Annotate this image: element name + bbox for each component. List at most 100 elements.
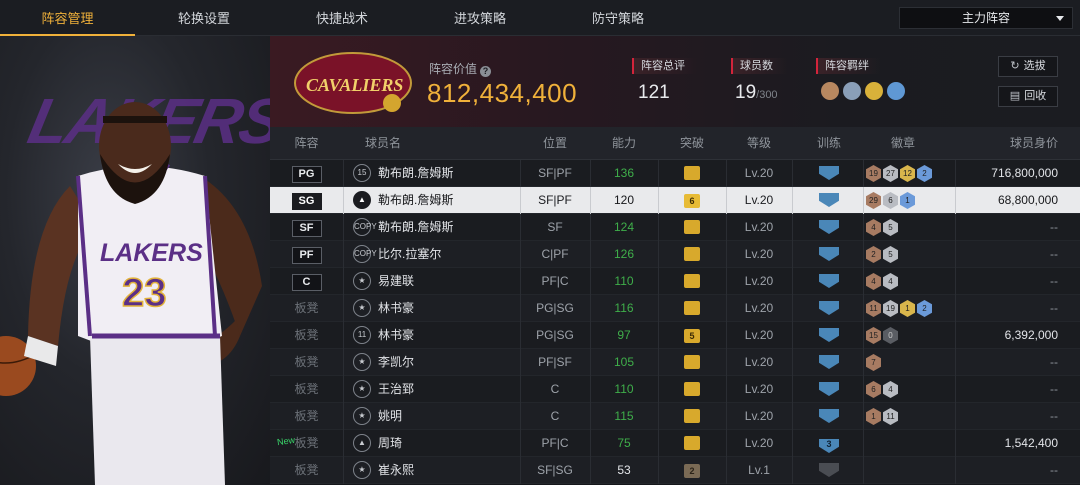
table-header: 阵容 球员名 位置 能力 突破 等级 训练 徽章 球员身价 xyxy=(270,127,1080,160)
table-row[interactable]: New 板凳 ▲ 周琦 PF|C 75 Lv.20 3 1,542,400 xyxy=(270,430,1080,457)
table-row[interactable]: PF COPY 比尔.拉塞尔 C|PF 126 Lv.20 2 5 -- xyxy=(270,241,1080,268)
player-count-label: 球员数 xyxy=(731,58,787,74)
player-position: PF|C xyxy=(541,436,569,450)
training-icon[interactable] xyxy=(819,409,839,423)
chevron-down-icon xyxy=(1056,16,1064,21)
player-value: -- xyxy=(1050,247,1058,261)
table-row[interactable]: 板凳 ★ 李凯尔 PF|SF 105 Lv.20 7 -- xyxy=(270,349,1080,376)
player-name[interactable]: 崔永熙 xyxy=(378,457,414,484)
team-logo: CAVALIERS xyxy=(294,52,412,114)
table-row[interactable]: 板凳 ★ 王治郅 C 110 Lv.20 6 4 -- xyxy=(270,376,1080,403)
breakthrough-cell xyxy=(658,241,726,268)
svg-text:23: 23 xyxy=(122,271,167,315)
crown-icon[interactable] xyxy=(684,166,700,180)
crown-icon[interactable]: 6 xyxy=(684,194,700,208)
crown-icon[interactable] xyxy=(684,247,700,261)
table-row[interactable]: 板凳 ★ 姚明 C 115 Lv.20 1 11 -- xyxy=(270,403,1080,430)
training-icon[interactable] xyxy=(819,220,839,234)
badge-hex-icon: 1 xyxy=(900,300,915,317)
player-tier-icon: ★ xyxy=(353,299,371,317)
training-icon[interactable] xyxy=(819,247,839,261)
player-level: Lv.20 xyxy=(744,220,774,234)
player-level: Lv.20 xyxy=(744,274,774,288)
table-row[interactable]: 板凳 11 林书豪 PG|SG 97 5 Lv.20 15 0 6,392,000 xyxy=(270,322,1080,349)
badge-hex-icon: 4 xyxy=(866,219,881,236)
player-tier-icon: COPY xyxy=(353,218,377,236)
divider xyxy=(792,322,793,349)
top-nav: 阵容管理 轮换设置 快捷战术 进攻策略 防守策略 主力阵容 xyxy=(0,0,1080,36)
badge-hex-icon: 4 xyxy=(883,273,898,290)
crown-icon[interactable] xyxy=(684,382,700,396)
player-tier-icon: 15 xyxy=(353,164,371,182)
crown-icon[interactable] xyxy=(684,355,700,369)
position-badge: PF xyxy=(291,247,322,264)
synergy-icon-3[interactable] xyxy=(865,82,883,100)
table-body: PG 15 勒布朗.詹姆斯 SF|PF 136 Lv.20 19 27 12 2 716,800,0… xyxy=(270,160,1080,484)
player-name[interactable]: 林书豪 xyxy=(378,322,414,349)
training-icon[interactable] xyxy=(819,328,839,342)
player-name[interactable]: 勒布朗.詹姆斯 xyxy=(378,187,453,214)
crown-icon[interactable] xyxy=(684,436,700,450)
badge-hex-icon: 2 xyxy=(917,300,932,317)
player-value: -- xyxy=(1050,409,1058,423)
training-icon[interactable] xyxy=(819,355,839,369)
table-row[interactable]: 板凳 ★ 崔永熙 SF|SG 53 2 Lv.1 -- xyxy=(270,457,1080,484)
player-name[interactable]: 勒布朗.詹姆斯 xyxy=(378,214,453,241)
synergy-icon-2[interactable] xyxy=(843,82,861,100)
crown-icon[interactable]: 2 xyxy=(684,464,700,478)
player-ability: 136 xyxy=(613,166,635,180)
player-name[interactable]: 王治郅 xyxy=(378,376,414,403)
training-icon[interactable] xyxy=(819,463,839,477)
badge-hex-icon: 4 xyxy=(883,381,898,398)
divider xyxy=(792,241,793,268)
tab-offense-strategy[interactable]: 进攻策略 xyxy=(411,0,549,36)
lineup-rating: 121 xyxy=(638,82,670,103)
player-name[interactable]: 林书豪 xyxy=(378,295,414,322)
select-button[interactable]: ↻ 选拔 xyxy=(998,56,1058,77)
crown-icon[interactable] xyxy=(684,301,700,315)
player-position: SF|SG xyxy=(537,463,573,477)
crown-icon[interactable] xyxy=(684,409,700,423)
tab-quick-tactics[interactable]: 快捷战术 xyxy=(273,0,411,36)
table-row[interactable]: PG 15 勒布朗.詹姆斯 SF|PF 136 Lv.20 19 27 12 2 716,800,0… xyxy=(270,160,1080,187)
player-value: -- xyxy=(1050,220,1058,234)
lineup-select[interactable]: 主力阵容 xyxy=(899,7,1073,29)
training-icon[interactable] xyxy=(819,274,839,288)
tab-defense-strategy[interactable]: 防守策略 xyxy=(549,0,687,36)
divider xyxy=(792,214,793,241)
synergy-icon-1[interactable] xyxy=(821,82,839,100)
divider xyxy=(863,214,864,241)
help-icon[interactable]: ? xyxy=(480,66,492,77)
crown-icon[interactable]: 5 xyxy=(684,329,700,343)
divider xyxy=(792,457,793,484)
lineup-rating-label: 阵容总评 xyxy=(632,58,697,74)
crown-icon[interactable] xyxy=(684,220,700,234)
badge-hex-icon: 11 xyxy=(883,408,898,425)
player-position: C xyxy=(550,382,560,396)
player-value: -- xyxy=(1050,355,1058,369)
player-tier-icon: 11 xyxy=(353,326,371,344)
player-name[interactable]: 比尔.拉塞尔 xyxy=(378,241,441,268)
player-name[interactable]: 勒布朗.詹姆斯 xyxy=(378,160,453,187)
tab-lineup-management[interactable]: 阵容管理 xyxy=(0,0,135,36)
training-icon[interactable]: 3 xyxy=(819,439,839,453)
crown-icon[interactable] xyxy=(684,274,700,288)
table-row[interactable]: C ★ 易建联 PF|C 110 Lv.20 4 4 -- xyxy=(270,268,1080,295)
training-icon[interactable] xyxy=(819,382,839,396)
player-name[interactable]: 周琦 xyxy=(378,430,402,457)
synergy-icon-4[interactable] xyxy=(887,82,905,100)
table-row[interactable]: 板凳 ★ 林书豪 PG|SG 116 Lv.20 11 19 1 2 -- xyxy=(270,295,1080,322)
player-name[interactable]: 李凯尔 xyxy=(378,349,414,376)
recycle-button[interactable]: ▤ 回收 xyxy=(998,86,1058,107)
lineup-summary: CAVALIERS 阵容价值? 812,434,400 阵容总评 121 球员数… xyxy=(270,36,1080,127)
training-icon[interactable] xyxy=(819,166,839,180)
training-icon[interactable] xyxy=(819,193,839,207)
player-name[interactable]: 易建联 xyxy=(378,268,414,295)
table-row[interactable]: SF COPY 勒布朗.詹姆斯 SF 124 Lv.20 4 5 -- xyxy=(270,214,1080,241)
training-icon[interactable] xyxy=(819,301,839,315)
col-training: 训练 xyxy=(816,136,841,150)
table-row[interactable]: SG ▲ 勒布朗.詹姆斯 SF|PF 120 6 Lv.20 29 6 1 68,800,000 xyxy=(270,187,1080,214)
player-name[interactable]: 姚明 xyxy=(378,403,402,430)
player-ability: 115 xyxy=(614,409,634,423)
tab-rotation-settings[interactable]: 轮换设置 xyxy=(135,0,273,36)
